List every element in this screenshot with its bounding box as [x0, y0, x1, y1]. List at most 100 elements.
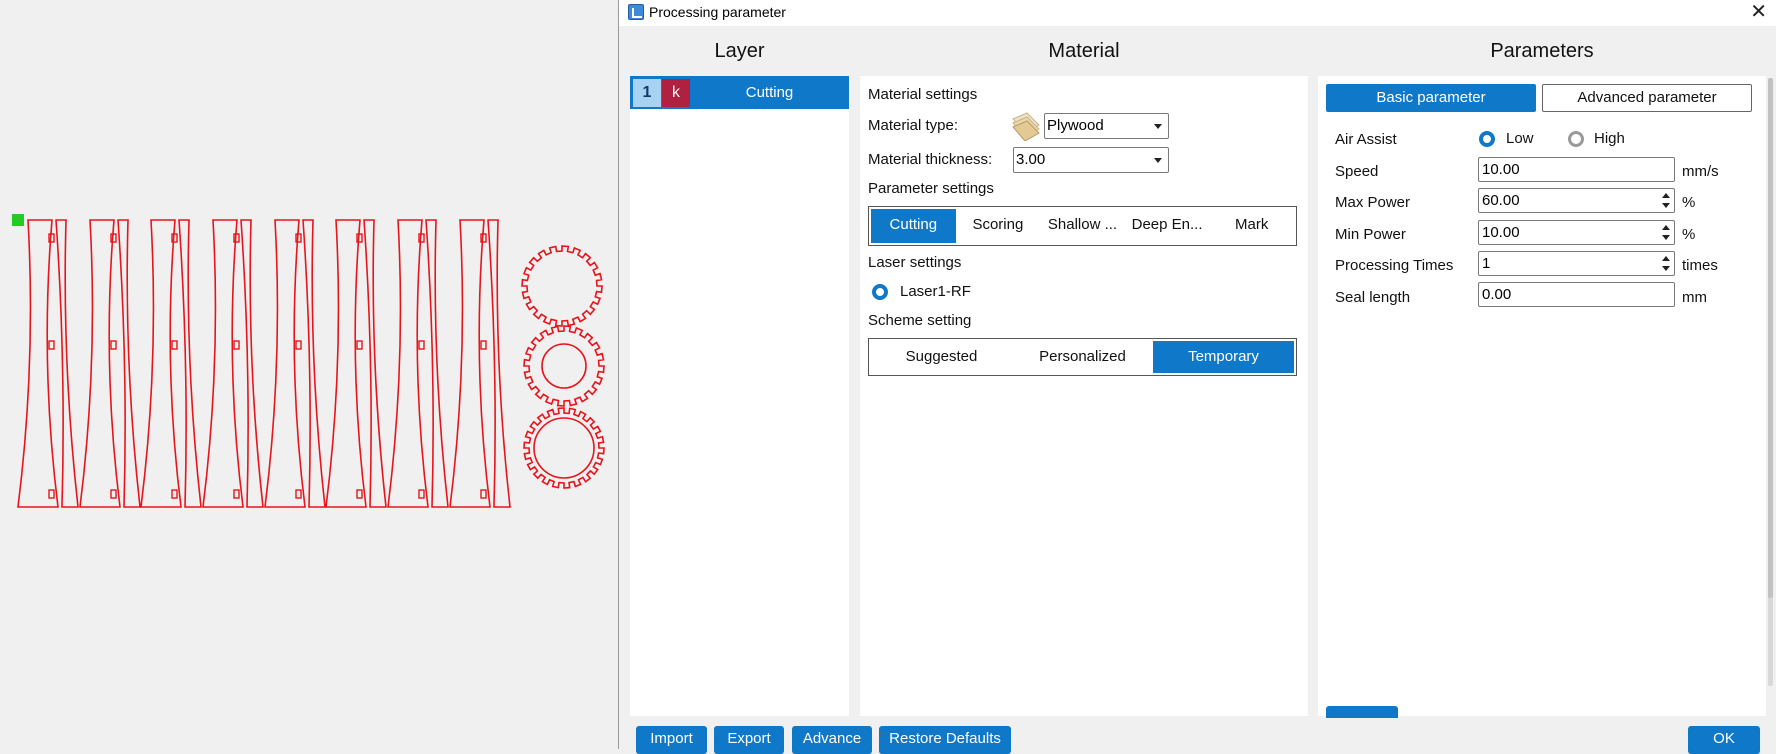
ok-button[interactable]: OK [1688, 726, 1760, 754]
advanced-parameter-tab[interactable]: Advanced parameter [1542, 84, 1752, 112]
processing-times-input[interactable]: 1 [1478, 251, 1675, 276]
air-assist-high-label: High [1594, 130, 1625, 147]
layer-list: 1 k Cutting [630, 76, 849, 716]
max-power-value: 60.00 [1482, 192, 1520, 209]
design-canvas[interactable] [0, 0, 618, 749]
processing-times-unit: times [1682, 257, 1718, 274]
gear-outline [523, 325, 605, 407]
stave-outline [240, 219, 264, 508]
scrollbar-thumb[interactable] [1768, 78, 1773, 598]
material-thickness-select[interactable]: 3.00 [1013, 147, 1169, 173]
spin-arrows-icon[interactable] [1662, 192, 1670, 209]
basic-parameter-tab[interactable]: Basic parameter [1326, 84, 1536, 112]
stave-outline [55, 219, 79, 508]
dialog-scrollbar[interactable] [1768, 78, 1773, 686]
max-power-label: Max Power [1335, 194, 1411, 211]
speed-unit: mm/s [1682, 163, 1719, 180]
stave-notch [480, 340, 487, 350]
spin-arrows-icon[interactable] [1662, 224, 1670, 241]
advance-button[interactable]: Advance [792, 726, 872, 754]
material-settings-title: Material settings [868, 86, 978, 103]
stave-outline [140, 219, 182, 508]
seal-length-input[interactable]: 0.00 [1478, 282, 1675, 307]
stave-notch [295, 340, 302, 350]
stave-notch [110, 489, 117, 499]
air-assist-high-radio[interactable] [1568, 131, 1584, 147]
stave-outline [487, 219, 511, 508]
close-icon[interactable]: ✕ [1750, 0, 1767, 24]
export-button[interactable]: Export [714, 726, 784, 754]
scheme-tab-temporary[interactable]: Temporary [1153, 341, 1294, 373]
parameters-panel: Basic parameter Advanced parameter Air A… [1318, 76, 1766, 718]
material-thickness-label: Material thickness: [868, 151, 993, 168]
app-icon [628, 4, 644, 20]
stave-outline [302, 219, 326, 508]
speed-input[interactable]: 10.00 [1478, 157, 1675, 182]
stave-outline [117, 219, 141, 508]
max-power-input[interactable]: 60.00 [1478, 188, 1675, 213]
air-assist-low-radio[interactable] [1479, 131, 1495, 147]
stave-outline [17, 219, 59, 508]
mode-tab-shallow-engraving[interactable]: Shallow ... [1040, 209, 1125, 243]
spin-arrows-icon[interactable] [1662, 255, 1670, 272]
parameters-column-heading: Parameters [1490, 40, 1594, 62]
stave-outline [325, 219, 367, 508]
gear-hole [541, 343, 587, 389]
stave-notch [418, 489, 425, 499]
scheme-setting-title: Scheme setting [868, 312, 972, 329]
mode-tab-deep-engraving[interactable]: Deep En... [1125, 209, 1210, 243]
plywood-icon [1012, 112, 1040, 141]
stave-outline [202, 219, 244, 508]
laser-settings-title: Laser settings [868, 254, 962, 271]
material-type-select[interactable]: Plywood [1044, 113, 1169, 139]
seal-length-unit: mm [1682, 289, 1707, 306]
processing-mode-tabs: Cutting Scoring Shallow ... Deep En... M… [868, 206, 1297, 246]
scheme-tab-suggested[interactable]: Suggested [871, 341, 1012, 373]
restore-defaults-button[interactable]: Restore Defaults [879, 726, 1011, 754]
chevron-down-icon [1154, 158, 1162, 163]
scheme-tabs: Suggested Personalized Temporary [868, 338, 1297, 376]
import-button[interactable]: Import [636, 726, 707, 754]
laser1-radio[interactable] [872, 284, 888, 300]
air-assist-label: Air Assist [1335, 131, 1397, 148]
stave-notch [48, 489, 55, 499]
stave-notch [48, 340, 55, 350]
air-assist-low-label: Low [1506, 130, 1534, 147]
mode-tab-cutting[interactable]: Cutting [871, 209, 956, 243]
stave-notch [110, 340, 117, 350]
layer-number: 1 [633, 79, 661, 107]
dialog-titlebar: Processing parameter ✕ [619, 0, 1776, 26]
layer-color-swatch: k [662, 79, 690, 107]
stave-outline [79, 219, 121, 508]
stave-outline [387, 219, 429, 508]
chevron-down-icon [1154, 124, 1162, 129]
stave-outline [178, 219, 202, 508]
stave-notch [356, 489, 363, 499]
material-panel: Material settings Material type: Plywood… [860, 76, 1308, 716]
gear-outline [523, 407, 605, 489]
max-power-unit: % [1682, 194, 1696, 211]
min-power-value: 10.00 [1482, 224, 1520, 241]
stave-notch [171, 489, 178, 499]
material-type-value: Plywood [1047, 117, 1104, 134]
gear-outline [521, 245, 603, 327]
canvas-drawing[interactable] [0, 0, 618, 749]
material-thickness-value: 3.00 [1016, 151, 1046, 168]
min-power-input[interactable]: 10.00 [1478, 220, 1675, 245]
stave-outline [449, 219, 491, 508]
stave-notch [295, 489, 302, 499]
stave-notch [233, 340, 240, 350]
material-type-label: Material type: [868, 117, 959, 134]
mode-tab-mark[interactable]: Mark [1209, 209, 1294, 243]
laser1-label: Laser1-RF [900, 283, 971, 300]
speed-label: Speed [1335, 163, 1379, 180]
material-column-heading: Material [1048, 40, 1120, 62]
mode-tab-scoring[interactable]: Scoring [956, 209, 1041, 243]
parameter-settings-title: Parameter settings [868, 180, 994, 197]
origin-marker [12, 214, 24, 226]
layer-row[interactable]: 1 k Cutting [630, 76, 849, 109]
stave-notch [356, 340, 363, 350]
scheme-tab-personalized[interactable]: Personalized [1012, 341, 1153, 373]
stave-notch [233, 489, 240, 499]
partially-hidden-button[interactable] [1326, 706, 1398, 718]
